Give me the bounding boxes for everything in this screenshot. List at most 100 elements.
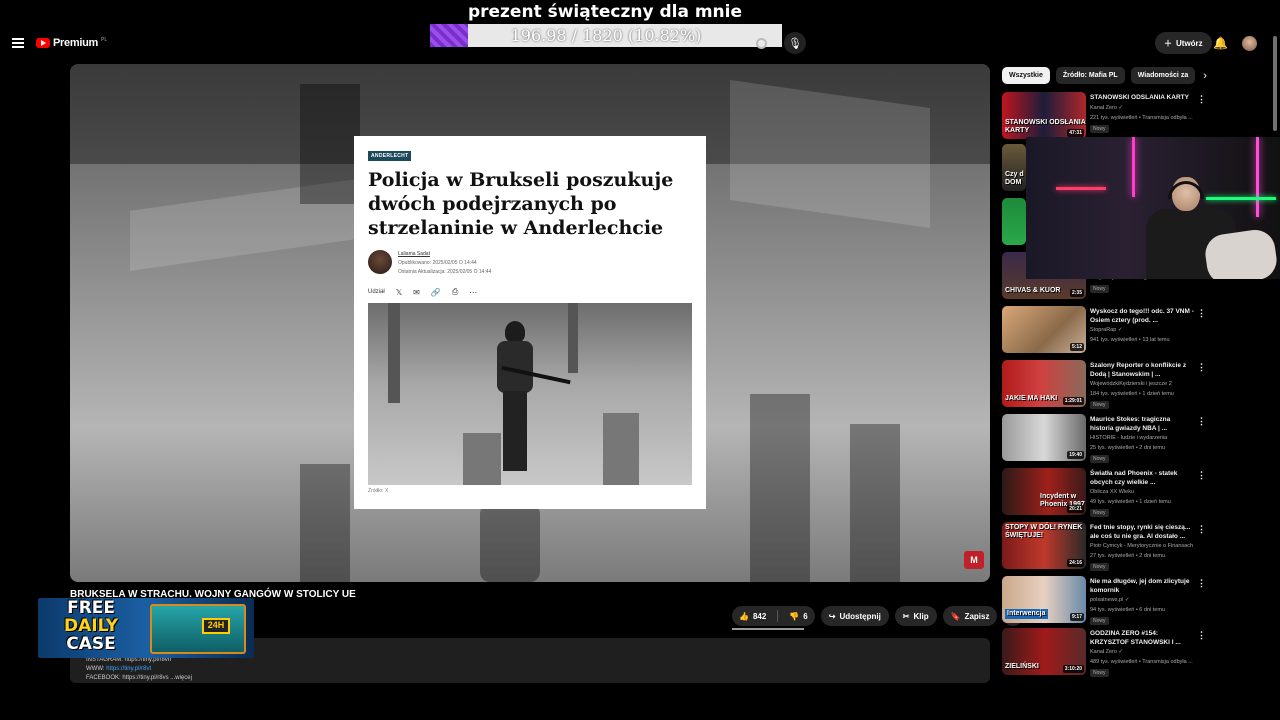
video-title[interactable]: Nie ma długów, jej dom zlicytuje komorni… (1090, 577, 1194, 595)
more-options-icon[interactable]: ⋮ (1197, 524, 1206, 535)
more-options-icon[interactable]: ⋮ (1197, 470, 1206, 481)
channel-name[interactable]: Kanał Zero ✓ (1090, 105, 1123, 111)
video-thumbnail[interactable]: 19:40 (1002, 414, 1086, 461)
channel-name[interactable]: polsatnews.pl ✓ (1090, 597, 1129, 603)
new-badge: Nowy (1090, 401, 1109, 409)
video-title[interactable]: Maurice Stokes: tragiczna historia gwiaz… (1090, 415, 1194, 433)
video-title[interactable]: Szalony Reporter o konflikcie z Dodą | S… (1090, 361, 1194, 379)
video-duration: 20:21 (1067, 505, 1084, 513)
video-thumbnail[interactable] (1002, 198, 1026, 245)
list-item[interactable]: STANOWSKI ODSŁANIA KARTY 47:31 STANOWSKI… (1002, 92, 1206, 142)
list-item[interactable]: Interwencja 9:17 Nie ma długów, jej dom … (1002, 576, 1206, 626)
list-item[interactable]: Incydent w Phoenix 1997 20:21 Światła na… (1002, 468, 1206, 518)
create-button[interactable]: ＋ Utwórz (1155, 32, 1212, 54)
more-options-icon[interactable]: ⋮ (1197, 94, 1206, 105)
save-button[interactable]: 🔖 Zapisz (942, 606, 998, 626)
list-item[interactable]: 19:40 Maurice Stokes: tragiczna historia… (1002, 414, 1206, 464)
video-player[interactable]: ANDERLECHT Policja w Brukseli poszukuje … (70, 64, 990, 582)
youtube-logo-icon (36, 38, 50, 48)
channel-name[interactable]: StopraRap ✓ (1090, 327, 1122, 333)
bottom-letterbox (0, 683, 1280, 720)
author-avatar (368, 250, 392, 274)
promo-line-free: FREE (67, 598, 116, 618)
thumbnail-caption: STOPY W DÓŁ! RYNEK ŚWIĘTUJE! (1005, 524, 1083, 539)
video-meta: 94 tys. wyświetleń • 6 dni temu (1090, 607, 1165, 613)
video-title[interactable]: Fed tnie stopy, rynki się cieszą... ale … (1090, 523, 1194, 541)
channel-name[interactable]: Oblicza XX Wieku (1090, 489, 1134, 495)
create-label: Utwórz (1176, 38, 1203, 48)
cctv-photo (368, 303, 692, 485)
clip-button[interactable]: ✂ Klip (894, 606, 937, 626)
clip-label: Klip (913, 611, 929, 621)
video-actions: 👍842 👎6 ↪Udostępnij ✂Klip 🔖Zapisz ⋯ (732, 606, 1024, 626)
video-meta: 941 tys. wyświetleń • 13 lat temu (1090, 337, 1170, 343)
channel-name[interactable]: Piotr Cymcyk - Merytorycznie o Finansach (1090, 543, 1193, 549)
thumbnail-caption: Czy d DOM (1005, 171, 1024, 186)
video-meta: 27 tys. wyświetleń • 2 dni temu (1090, 553, 1165, 559)
desc-link[interactable]: https://tiny.pl/r8vt (106, 666, 151, 672)
video-duration: 9:17 (1069, 613, 1084, 621)
video-thumbnail[interactable]: JAKIE MA HAKI 1:29:01 (1002, 360, 1086, 407)
share-button[interactable]: ↪ Udostępnij (820, 606, 889, 626)
video-thumbnail[interactable]: STANOWSKI ODSŁANIA KARTY 47:31 (1002, 92, 1086, 139)
youtube-premium-logo[interactable]: Premium PL (36, 37, 107, 49)
logo-text: Premium (53, 37, 98, 49)
list-item[interactable]: ZIELIŃSKI 3:10:20 GODZINA ZERO #154: KRZ… (1002, 628, 1206, 678)
chip-all[interactable]: Wszystkie (1002, 67, 1050, 84)
channel-name[interactable]: Kanał Zero ✓ (1090, 649, 1123, 655)
page-scrollbar[interactable] (1273, 36, 1277, 131)
video-thumbnail[interactable]: STOPY W DÓŁ! RYNEK ŚWIĘTUJE! 24:16 (1002, 522, 1086, 569)
video-thumbnail[interactable]: 5:12 (1002, 306, 1086, 353)
plus-icon: ＋ (1164, 38, 1172, 48)
more-options-icon[interactable]: ⋮ (1197, 416, 1206, 427)
photo-credit: Źródło: X (368, 488, 389, 494)
video-duration: 1:29:01 (1062, 397, 1084, 405)
video-title[interactable]: Wyskocz do tego!!! odc. 37 VNM - Osiem c… (1090, 307, 1194, 325)
video-thumbnail[interactable]: Incydent w Phoenix 1997 20:21 (1002, 468, 1086, 515)
channel-name[interactable]: WojewódzkiKędzierski i jeszcze 2 (1090, 381, 1172, 387)
mail-icon: ✉ (413, 287, 420, 297)
notifications-bell-icon[interactable]: 🔔 (1213, 36, 1228, 50)
print-icon: ⎙ (451, 287, 459, 296)
dislike-count: 6 (803, 611, 808, 621)
new-badge: Nowy (1090, 617, 1109, 625)
video-thumbnail[interactable]: Czy d DOM (1002, 144, 1026, 191)
new-badge: Nowy (1090, 669, 1109, 677)
like-button[interactable]: 👍 842 (732, 606, 773, 626)
list-item[interactable]: STOPY W DÓŁ! RYNEK ŚWIĘTUJE! 24:16 Fed t… (1002, 522, 1206, 572)
list-item[interactable]: JAKIE MA HAKI 1:29:01 Szalony Reporter o… (1002, 360, 1206, 410)
share-icon: ↪ (828, 611, 836, 621)
channel-watermark-badge: M (964, 551, 984, 569)
dislike-button[interactable]: 👎 6 (782, 606, 814, 626)
more-options-icon[interactable]: ⋮ (1197, 362, 1206, 373)
like-progress-line (732, 628, 804, 630)
new-badge: Nowy (1090, 455, 1109, 463)
chevron-right-icon[interactable]: › (1203, 70, 1207, 82)
article-updated: Ostatnia Aktualizacja: 2025/02/05 O 14:4… (398, 269, 492, 275)
list-item[interactable]: 5:12 Wyskocz do tego!!! odc. 37 VNM - Os… (1002, 306, 1206, 356)
more-options-icon[interactable]: ⋮ (1197, 308, 1206, 319)
video-thumbnail[interactable]: ZIELIŃSKI 3:10:20 (1002, 628, 1086, 675)
chip-news[interactable]: Wiadomości za (1130, 67, 1196, 84)
chip-source[interactable]: Źródło: Mafia PL (1055, 67, 1125, 84)
menu-icon[interactable] (12, 38, 24, 48)
video-title[interactable]: Światła nad Phoenix - statek obcych czy … (1090, 469, 1194, 487)
microphone-icon[interactable]: 🎙 (784, 32, 806, 54)
search-icon[interactable] (756, 38, 767, 49)
scissors-icon: ✂ (902, 611, 910, 621)
video-thumbnail[interactable]: Interwencja 9:17 (1002, 576, 1086, 623)
new-badge: Nowy (1090, 285, 1109, 293)
video-meta: 221 tys. wyświetleń • Transmisja odbyła … (1090, 115, 1193, 121)
video-title[interactable]: STANOWSKI ODSLANIA KARTY (1090, 93, 1194, 102)
new-badge: Nowy (1090, 509, 1109, 517)
more-options-icon[interactable]: ⋮ (1197, 630, 1206, 641)
video-title[interactable]: GODZINA ZERO #154: KRZYSZTOF STANOWSKI I… (1090, 629, 1194, 647)
related-filter-chips: Wszystkie Źródło: Mafia PL Wiadomości za… (1002, 67, 1207, 84)
video-meta: 489 tys. wyświetleń • Transmisja odbyła … (1090, 659, 1193, 665)
video-meta: 49 tys. wyświetleń • 1 dzień temu (1090, 499, 1171, 505)
youtube-topbar: Premium PL 🎙 ＋ Utwórz 🔔 (0, 32, 1280, 56)
account-avatar[interactable] (1242, 36, 1257, 51)
more-options-icon[interactable]: ⋮ (1197, 578, 1206, 589)
bookmark-icon: 🔖 (950, 611, 961, 621)
channel-name[interactable]: HISTORIE - ludzie i wydarzenia (1090, 435, 1167, 441)
